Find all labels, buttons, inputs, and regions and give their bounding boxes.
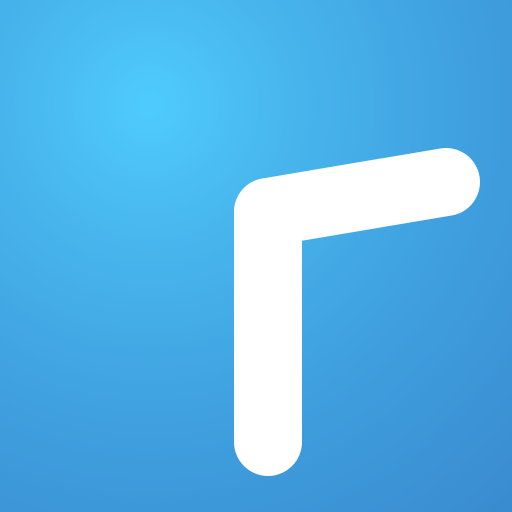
app-icon xyxy=(0,0,512,512)
clock-hands-icon xyxy=(234,148,480,476)
